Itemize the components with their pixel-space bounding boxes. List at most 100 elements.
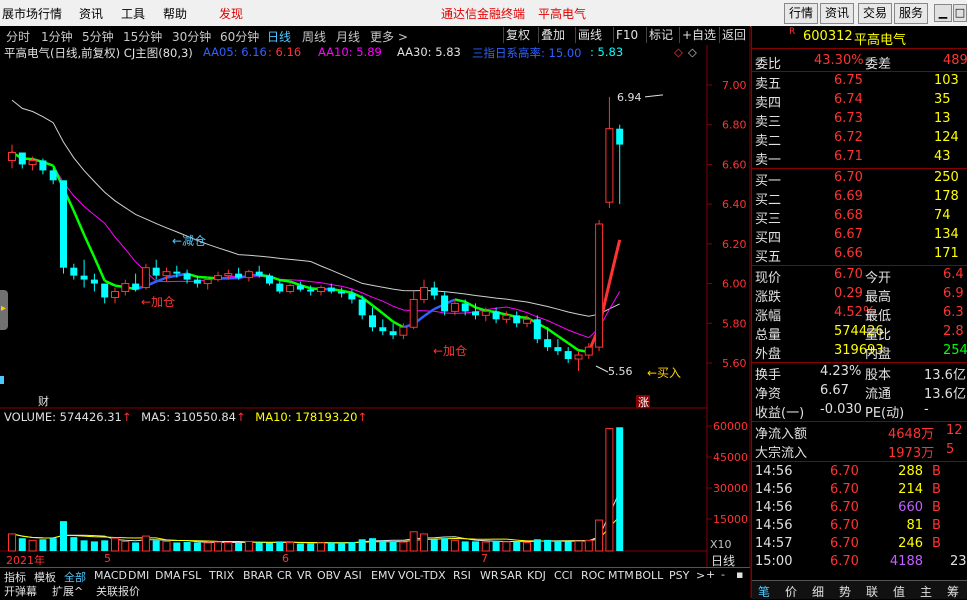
volume-bar: [318, 543, 325, 551]
tick-side: B: [932, 536, 941, 551]
indicator-tab-16[interactable]: WR: [480, 569, 499, 582]
indicator-tab-19[interactable]: CCI: [554, 569, 573, 582]
candle-body: [513, 315, 520, 323]
stat-label: 净资: [755, 383, 781, 402]
candle-body: [153, 268, 160, 276]
tick-volume: 214: [898, 482, 923, 497]
indicator-tab-3[interactable]: MACD: [94, 569, 127, 582]
candle-body: [318, 288, 325, 292]
zoom-in-icon[interactable]: +: [706, 568, 715, 581]
quote-panel-tab-0[interactable]: 笔: [758, 583, 770, 600]
indicator-tab-12[interactable]: ASI: [344, 569, 362, 582]
bid-row: 买五6.66171: [752, 246, 967, 264]
bid-row: 买二6.69178: [752, 189, 967, 207]
ask-volume: 103: [934, 73, 959, 88]
candle-body: [421, 288, 428, 300]
candle-body: [359, 299, 366, 315]
bottom-tabs-bar: 开弹幕 扩展^ 关联报价: [0, 583, 750, 598]
quote-panel-tab-1[interactable]: 价: [785, 583, 797, 600]
candle-body: [256, 272, 263, 276]
tick-side: B: [932, 482, 941, 497]
indicator-tab-4[interactable]: DMI: [128, 569, 149, 582]
ask-volume: 13: [934, 111, 951, 126]
volume-bar: [534, 539, 541, 551]
volume-value: VOLUME: 574426.31: [4, 410, 122, 424]
tick-time: 14:56: [755, 518, 792, 533]
volume-bar: [39, 539, 46, 551]
tick-side: B: [932, 518, 941, 533]
indicator-tab-20[interactable]: ROC: [581, 569, 605, 582]
indicator-tab-23[interactable]: PSY: [669, 569, 689, 582]
indicator-tab-17[interactable]: SAR: [500, 569, 522, 582]
danmaku-tab[interactable]: 开弹幕: [4, 583, 37, 599]
indicator-tab-14[interactable]: VOL-TDX: [398, 569, 446, 582]
indicator-tab-5[interactable]: DMA: [155, 569, 181, 582]
zoom-out-icon[interactable]: -: [721, 568, 725, 581]
indicator-tab-8[interactable]: BRAR: [243, 569, 273, 582]
ask-row: 卖五6.75103: [752, 73, 967, 91]
related-quotes-tab[interactable]: 关联报价: [96, 583, 140, 599]
stat-label: 涨幅: [755, 305, 781, 324]
expand-icon[interactable]: ▪: [736, 568, 743, 581]
quote-panel-tab-4[interactable]: 联: [866, 583, 878, 600]
tick-price: 6.70: [830, 500, 859, 515]
indicator-tab-6[interactable]: FSL: [182, 569, 201, 582]
expand-tab[interactable]: 扩展^: [52, 583, 83, 599]
indicator-tab-21[interactable]: MTM: [608, 569, 634, 582]
indicator-tab-18[interactable]: KDJ: [527, 569, 546, 582]
quote-panel-tab-7[interactable]: 筹: [947, 583, 959, 600]
stat-label: 内盘: [865, 343, 891, 362]
quote-panel-tab-3[interactable]: 势: [839, 583, 851, 600]
ma5-segment: [393, 322, 403, 328]
vol-ma10-value: MA10: 178193.20: [255, 410, 357, 424]
candle-body: [276, 284, 283, 292]
candle-body: [101, 284, 108, 298]
volume-bar: [235, 543, 242, 551]
indicator-tab-24[interactable]: >: [696, 569, 705, 582]
indicator-tab-9[interactable]: CR: [277, 569, 292, 582]
candle-body: [91, 280, 98, 284]
candle-body: [70, 268, 77, 276]
stat-value: 0.29: [834, 286, 863, 301]
ask-volume: 35: [934, 92, 951, 107]
candle-body: [441, 295, 448, 311]
ask-row: 卖一6.7143: [752, 149, 967, 167]
candle-body: [60, 180, 67, 267]
date-axis: 2021年 5 6 7: [0, 552, 707, 566]
bid-label: 买五: [755, 246, 781, 265]
volume-bar: [132, 542, 139, 551]
ma5-segment: [373, 305, 383, 313]
quote-panel-tab-2[interactable]: 细: [812, 583, 824, 600]
tick-extra: 23: [950, 554, 967, 569]
volume-bar: [441, 538, 448, 551]
indicator-tab-10[interactable]: VR: [297, 569, 312, 582]
indicator-tab-13[interactable]: EMV: [371, 569, 395, 582]
order-ratio-row: 委比43.30%委差489: [752, 53, 967, 71]
volume-bar: [50, 538, 57, 551]
quote-panel-tab-5[interactable]: 值: [893, 583, 905, 600]
candle-body: [50, 170, 57, 180]
indicator-tab-15[interactable]: RSI: [453, 569, 471, 582]
ma10-line: [12, 153, 620, 338]
bid-volume: 74: [934, 208, 951, 223]
ma5-segment: [424, 309, 434, 316]
quote-panel-tab-6[interactable]: 主: [920, 583, 932, 600]
volume-bar: [493, 541, 500, 551]
stat-value: 13.6亿: [924, 364, 966, 383]
indicator-tab-22[interactable]: BOLL: [635, 569, 663, 582]
reduce-position-note: ←减仓: [172, 234, 206, 248]
tick-volume: 660: [898, 500, 923, 515]
price-axis-label: 6.60: [722, 158, 747, 171]
low-arrow: [596, 366, 608, 372]
volume-bar: [359, 539, 366, 551]
indicator-tab-11[interactable]: OBV: [317, 569, 340, 582]
ma5-segment: [568, 343, 578, 350]
bid-label: 买三: [755, 208, 781, 227]
volume-bar: [379, 541, 386, 551]
indicator-tab-7[interactable]: TRIX: [209, 569, 234, 582]
volume-bar: [81, 540, 88, 551]
volume-bar: [194, 542, 201, 551]
ask-volume: 43: [934, 149, 951, 164]
order-diff-value: 489: [943, 53, 967, 68]
volume-bar: [348, 542, 355, 551]
